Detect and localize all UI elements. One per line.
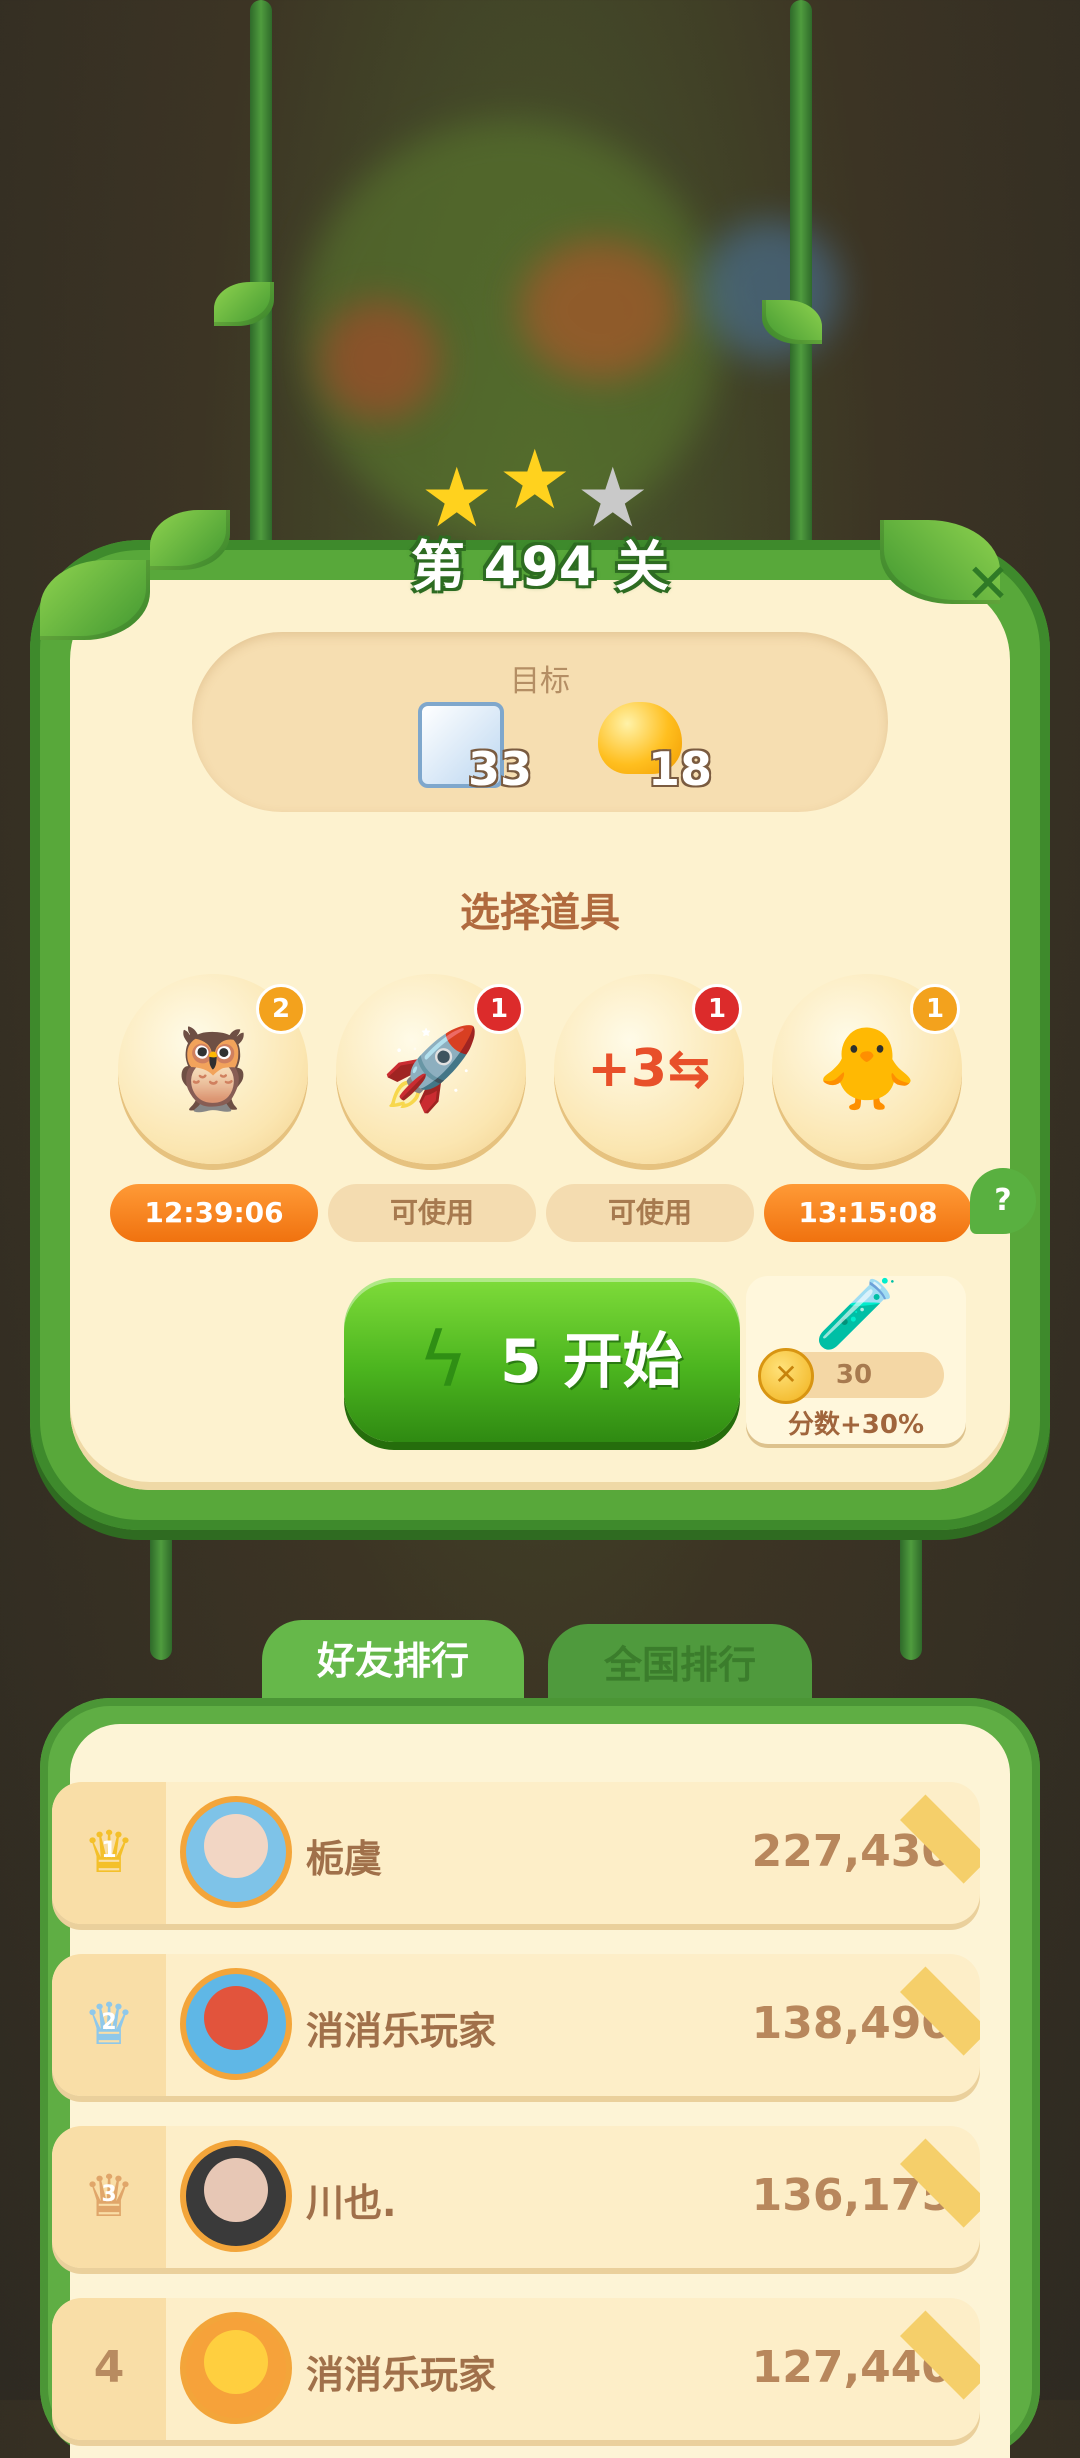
goal-item-jelly: 18 [598, 702, 712, 796]
tool-status: 可使用 [328, 1184, 536, 1242]
rainbow-bird-icon: 🦉 [163, 1022, 263, 1115]
avatar-photo [204, 2158, 268, 2222]
score-booster-button[interactable]: 🧪 ✕ 30 分数+30% [746, 1276, 966, 1444]
rocket-icon: 🚀 [381, 1022, 481, 1115]
tool-rainbow-bird[interactable]: 🦉 2 [118, 974, 308, 1164]
goal-box: 目标 33 18 [192, 632, 888, 812]
goal-label: 目标 [510, 664, 570, 699]
question-icon: ? [994, 1183, 1012, 1218]
player-name: 消消乐玩家 [306, 2009, 497, 2053]
help-button[interactable]: ? [970, 1168, 1036, 1234]
plus-three-moves-icon: +3⇆ [587, 1039, 711, 1099]
tool-count-badge: 1 [474, 984, 524, 1034]
goal-count: 33 [468, 742, 533, 796]
close-icon: ✕ [965, 552, 1011, 615]
rank-number: 2 [101, 2010, 117, 2035]
lower-right-vine [900, 1520, 922, 1660]
leaderboard-row[interactable]: ♛ 3 川也. 136,175 [52, 2126, 980, 2268]
player-name: 川也. [306, 2181, 397, 2225]
avatar [180, 1796, 292, 1908]
rank-number: 1 [101, 1838, 117, 1863]
avatar-character [204, 2330, 268, 2394]
left-vine [250, 0, 272, 560]
leaderboard-row[interactable]: ♛ 1 栀虞 227,430 [52, 1782, 980, 1924]
rank-number: 3 [101, 2182, 117, 2207]
tool-count-badge: 1 [692, 984, 742, 1034]
start-text: 开始 [562, 1327, 683, 1397]
goal-item-ice: 33 [418, 702, 532, 796]
rank-cell: ♛ 3 [52, 2126, 166, 2268]
leaderboard-row[interactable]: ♛ 2 消消乐玩家 138,490 [52, 1954, 980, 2096]
rank-cell: 4 [52, 2298, 166, 2440]
avatar [180, 2140, 292, 2252]
tab-friends-ranking[interactable]: 好友排行 [262, 1620, 524, 1702]
avatar [180, 2312, 292, 2424]
level-stars: ★ ★ ★ [420, 433, 660, 540]
tool-count-badge: 2 [256, 984, 306, 1034]
avatar [180, 1968, 292, 2080]
tool-rocket[interactable]: 🚀 1 [336, 974, 526, 1164]
star-icon: ★ [498, 433, 572, 528]
lower-left-vine [150, 1520, 172, 1660]
player-name: 栀虞 [306, 1837, 383, 1881]
avatar-photo [204, 1814, 268, 1878]
potion-icon: 🧪 [814, 1275, 899, 1354]
start-label: 5 开始 [500, 1322, 683, 1402]
player-name: 消消乐玩家 [306, 2353, 497, 2397]
background-blob [320, 300, 440, 420]
tool-animal-swap[interactable]: 🐥 1 [772, 974, 962, 1164]
coin-amount: 30 [835, 1360, 873, 1390]
level-title: 第 494 关 [410, 535, 670, 598]
start-cost: 5 [500, 1327, 542, 1397]
tool-timer: 12:39:06 [110, 1184, 318, 1242]
avatar-character [204, 1986, 268, 2050]
rank-cell: ♛ 1 [52, 1782, 166, 1924]
tool-count-badge: 1 [910, 984, 960, 1034]
tab-national-ranking[interactable]: 全国排行 [548, 1624, 812, 1706]
right-vine [790, 0, 812, 560]
tool-plus-three-moves[interactable]: +3⇆ 1 [554, 974, 744, 1164]
background-blob [520, 240, 680, 380]
tool-timer: 13:15:08 [764, 1184, 972, 1242]
start-button[interactable]: ϟ 5 开始 [344, 1278, 740, 1442]
goal-count: 18 [648, 742, 713, 796]
tools-title: 选择道具 [460, 890, 620, 936]
tool-status: 可使用 [546, 1184, 754, 1242]
energy-bolt-icon: ϟ [418, 1315, 469, 1404]
booster-label: 分数+30% [787, 1410, 925, 1440]
close-button[interactable]: ✕ [950, 546, 1026, 622]
rank-number: 4 [93, 2342, 125, 2393]
leaderboard-row[interactable]: 4 消消乐玩家 127,440 [52, 2298, 980, 2440]
animal-swap-icon: 🐥 [817, 1022, 917, 1115]
coin-cost: ✕ 30 [758, 1348, 944, 1404]
rank-cell: ♛ 2 [52, 1954, 166, 2096]
